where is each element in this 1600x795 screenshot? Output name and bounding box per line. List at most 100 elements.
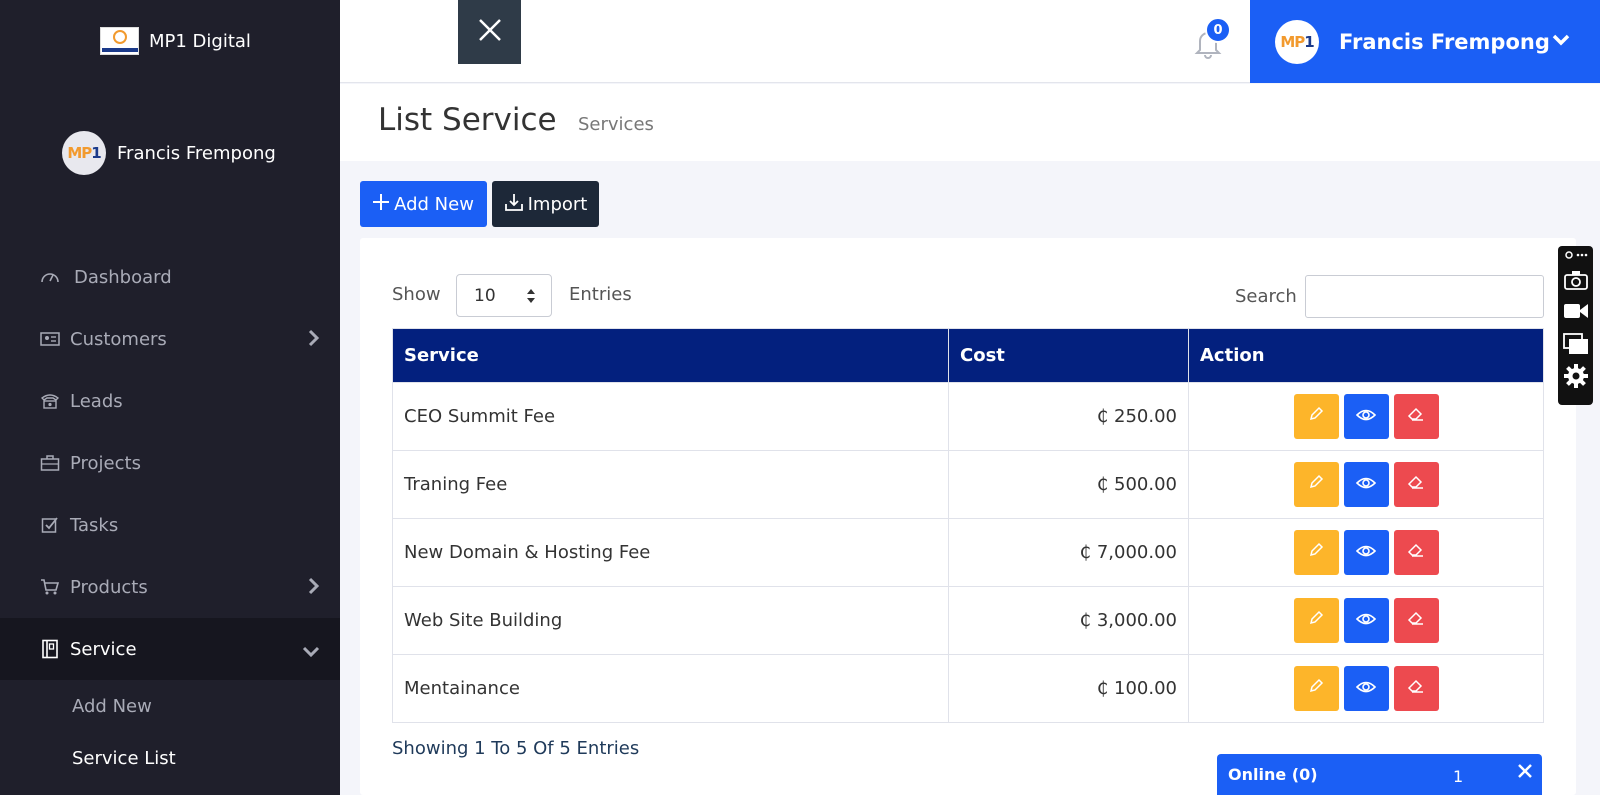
eraser-icon [1407,474,1425,495]
page-length-select[interactable]: 10 [456,274,552,317]
service-cell: CEO Summit Fee [392,382,949,451]
column-header-service[interactable]: Service [392,328,949,383]
sidebar-item-label: Leads [70,390,123,412]
show-label: Show [392,284,441,305]
video-camera-icon[interactable] [1563,298,1589,324]
eye-icon [1355,406,1377,427]
sidebar-item-service[interactable]: Service [0,618,340,680]
sidebar-item-customers[interactable]: Customers [0,308,340,370]
action-cell [1188,518,1544,587]
sidebar-user[interactable]: MP1 Francis Frempong [62,131,276,175]
entries-label: Entries [569,284,632,305]
view-button[interactable] [1343,530,1389,575]
close-icon[interactable] [1518,763,1532,782]
view-button[interactable] [1343,598,1389,643]
pencil-icon [1308,678,1324,699]
column-header-action: Action [1188,328,1544,383]
page-length-value: 10 [474,285,496,306]
sidebar-item-tasks[interactable]: Tasks [0,494,340,556]
cost-cell: ₵ 100.00 [948,654,1189,723]
camera-icon[interactable] [1563,267,1589,293]
search-input[interactable] [1305,275,1544,318]
view-button[interactable] [1343,666,1389,711]
delete-button[interactable] [1393,530,1439,575]
delete-button[interactable] [1393,462,1439,507]
view-button[interactable] [1343,462,1389,507]
download-icon [504,192,524,217]
user-menu-name: Francis Frempong [1339,29,1550,54]
search-label: Search [1235,286,1297,307]
sidebar-user-name: Francis Frempong [117,142,276,164]
eraser-icon [1407,406,1425,427]
online-chat-bar[interactable]: Online (0) 1 [1217,754,1542,795]
action-cell [1188,586,1544,655]
page-title: List Service [378,102,557,138]
plus-icon [373,193,390,215]
column-header-cost[interactable]: Cost [948,328,1189,383]
briefcase-icon [39,452,61,474]
sidebar-subitem-add-new[interactable]: Add New [0,680,340,732]
windows-icon[interactable] [1563,331,1589,357]
sidebar-item-dashboard[interactable]: Dashboard [0,246,340,308]
add-new-button[interactable]: Add New [360,181,487,227]
pencil-icon [1308,474,1324,495]
chevron-down-icon [302,642,320,663]
sidebar-item-label: Service [70,638,137,660]
eye-icon [1355,678,1377,699]
table-row: Mentainance ₵ 100.00 [392,654,1544,723]
edit-button[interactable] [1293,394,1339,439]
page-header: List Service Services [340,84,1600,161]
services-table: Service Cost Action CEO Summit Fee ₵ 250.… [392,328,1544,723]
chevron-right-icon [308,329,320,352]
settings-gear-icon[interactable] [1563,363,1589,389]
eraser-icon [1407,610,1425,631]
sidebar-item-label: Products [70,576,148,598]
sidebar-nav: Dashboard Customers Leads Projects Tasks… [0,246,340,784]
sidebar-item-projects[interactable]: Projects [0,432,340,494]
notification-badge: 0 [1205,17,1231,43]
pencil-icon [1308,406,1324,427]
table-row: Traning Fee ₵ 500.00 [392,450,1544,519]
edit-button[interactable] [1293,666,1339,711]
edit-button[interactable] [1293,530,1339,575]
delete-button[interactable] [1393,598,1439,643]
edit-button[interactable] [1293,462,1339,507]
sidebar-item-leads[interactable]: Leads [0,370,340,432]
eraser-icon [1407,542,1425,563]
cart-icon [39,576,61,598]
import-button[interactable]: Import [492,181,599,227]
table-row: New Domain & Hosting Fee ₵ 7,000.00 [392,518,1544,587]
sort-updown-icon [526,288,536,309]
sidebar-subitem-service-list[interactable]: Service List [0,732,340,784]
brand-logo [100,27,139,55]
sidebar-item-label: Tasks [70,514,119,536]
id-card-icon [39,328,61,350]
brand[interactable]: MP1 Digital [100,27,251,55]
service-cell: New Domain & Hosting Fee [392,518,949,587]
table-info: Showing 1 To 5 Of 5 Entries [392,738,640,759]
checkbox-icon [39,514,61,536]
cost-cell: ₵ 3,000.00 [948,586,1189,655]
table-row: Web Site Building ₵ 3,000.00 [392,586,1544,655]
sidebar-item-label: Dashboard [74,266,172,288]
breadcrumb[interactable]: Services [578,114,654,135]
user-menu[interactable]: MP1 Francis Frempong [1250,0,1600,83]
sidebar-item-label: Customers [70,328,167,350]
cost-cell: ₵ 500.00 [948,450,1189,519]
view-button[interactable] [1343,394,1389,439]
avatar: MP1 [62,131,106,175]
capture-toolbar [1558,246,1593,405]
chevron-down-icon [1552,32,1570,51]
close-sidebar-button[interactable] [458,0,521,64]
sidebar-item-products[interactable]: Products [0,556,340,618]
link-more-icon[interactable] [1563,248,1589,262]
delete-button[interactable] [1393,666,1439,711]
close-icon [478,18,502,46]
pencil-icon [1308,542,1324,563]
edit-button[interactable] [1293,598,1339,643]
delete-button[interactable] [1393,394,1439,439]
brand-name: MP1 Digital [149,30,251,52]
add-new-label: Add New [394,193,474,215]
cost-cell: ₵ 250.00 [948,382,1189,451]
avatar: MP1 [1275,19,1319,64]
